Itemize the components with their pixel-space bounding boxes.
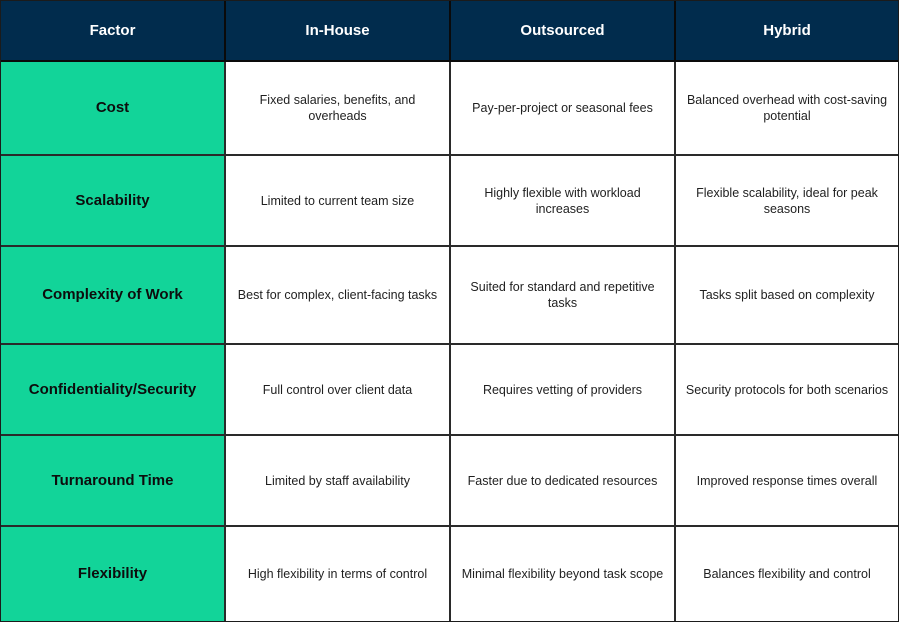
in-house-cell: Limited by staff availability	[226, 436, 451, 527]
comparison-table: Factor In-House Outsourced Hybrid Cost F…	[0, 0, 899, 622]
hybrid-cell: Balanced overhead with cost-saving poten…	[676, 62, 898, 156]
factor-cell: Flexibility	[1, 527, 226, 621]
header-in-house: In-House	[226, 1, 451, 62]
factor-cell: Cost	[1, 62, 226, 156]
header-outsourced: Outsourced	[451, 1, 676, 62]
hybrid-cell: Improved response times overall	[676, 436, 898, 527]
in-house-cell: Best for complex, client-facing tasks	[226, 247, 451, 345]
in-house-cell: Fixed salaries, benefits, and overheads	[226, 62, 451, 156]
in-house-cell: High flexibility in terms of control	[226, 527, 451, 621]
outsourced-cell: Pay-per-project or seasonal fees	[451, 62, 676, 156]
factor-cell: Scalability	[1, 156, 226, 247]
hybrid-cell: Flexible scalability, ideal for peak sea…	[676, 156, 898, 247]
in-house-cell: Limited to current team size	[226, 156, 451, 247]
header-hybrid: Hybrid	[676, 1, 898, 62]
header-factor: Factor	[1, 1, 226, 62]
hybrid-cell: Security protocols for both scenarios	[676, 345, 898, 436]
factor-cell: Confidentiality/Security	[1, 345, 226, 436]
outsourced-cell: Highly flexible with workload increases	[451, 156, 676, 247]
hybrid-cell: Balances flexibility and control	[676, 527, 898, 621]
outsourced-cell: Minimal flexibility beyond task scope	[451, 527, 676, 621]
hybrid-cell: Tasks split based on complexity	[676, 247, 898, 345]
outsourced-cell: Faster due to dedicated resources	[451, 436, 676, 527]
in-house-cell: Full control over client data	[226, 345, 451, 436]
factor-cell: Turnaround Time	[1, 436, 226, 527]
outsourced-cell: Suited for standard and repetitive tasks	[451, 247, 676, 345]
outsourced-cell: Requires vetting of providers	[451, 345, 676, 436]
factor-cell: Complexity of Work	[1, 247, 226, 345]
